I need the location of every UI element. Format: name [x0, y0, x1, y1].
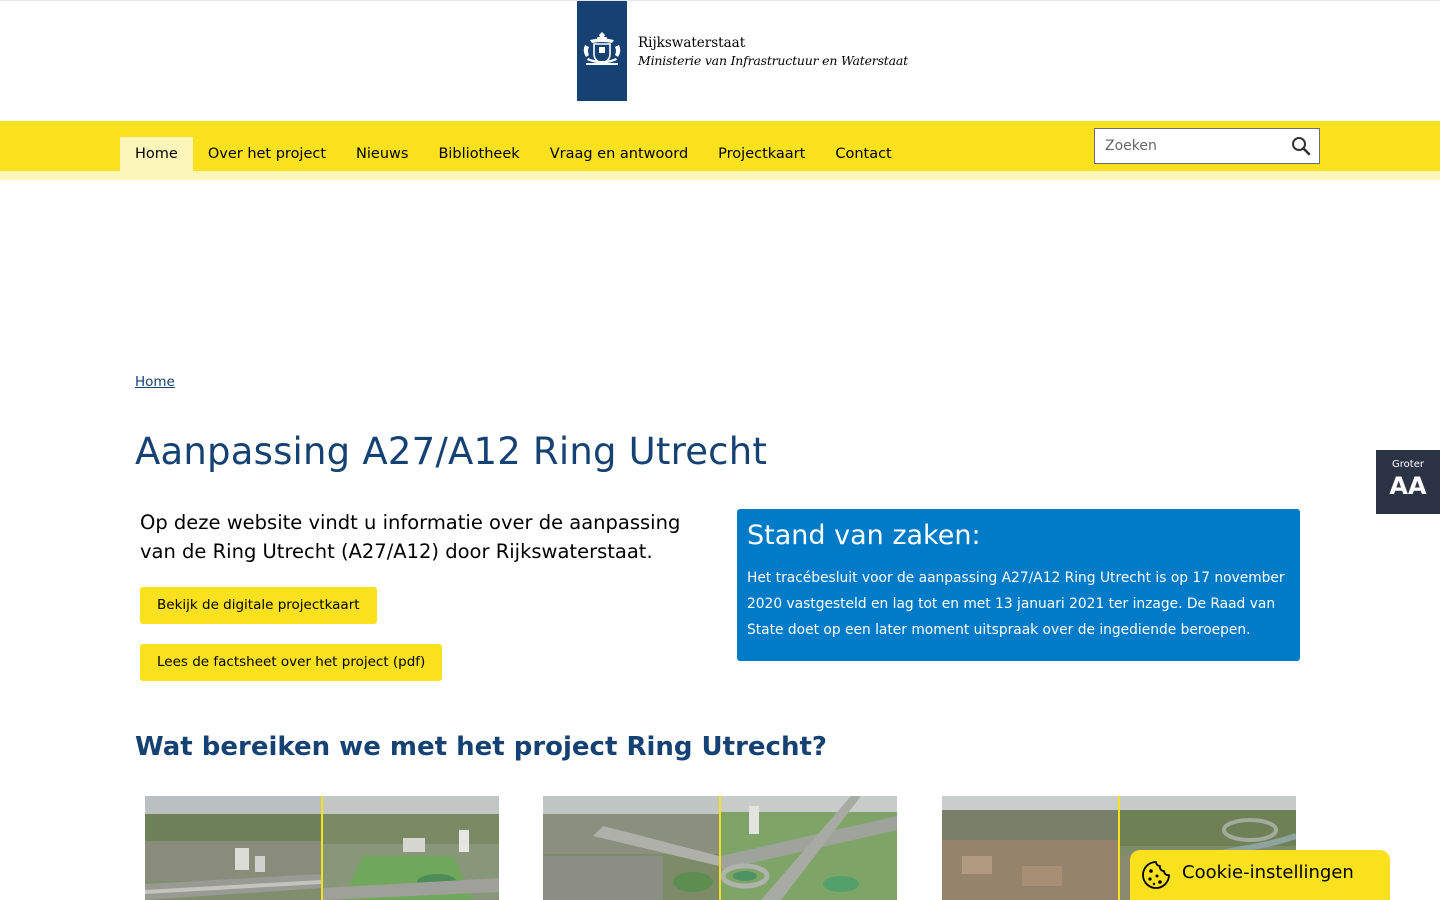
section-heading: Wat bereiken we met het project Ring Utr…: [135, 732, 827, 762]
logo-wordmark: Rijkswaterstaat Ministerie van Infrastru…: [638, 34, 908, 69]
org-name: Rijkswaterstaat: [638, 34, 746, 51]
main-navigation: Home Over het project Nieuws Bibliotheek…: [120, 137, 907, 171]
aerial-photo-after: [721, 796, 897, 900]
nav-item-vraag-en-antwoord[interactable]: Vraag en antwoord: [535, 137, 703, 171]
search-box: [1094, 128, 1320, 164]
intro-text: Op deze website vindt u informatie over …: [140, 511, 681, 563]
nav-item-home[interactable]: Home: [120, 137, 193, 171]
site-logo[interactable]: Rijkswaterstaat Ministerie van Infrastru…: [577, 1, 908, 101]
cookie-icon: [1142, 861, 1170, 889]
nav-item-projectkaart[interactable]: Projectkaart: [703, 137, 820, 171]
page-title: Aanpassing A27/A12 Ring Utrecht: [135, 430, 768, 473]
search-icon: [1292, 137, 1311, 156]
status-panel: Stand van zaken: Het tracébesluit voor d…: [737, 509, 1300, 661]
projectkaart-button[interactable]: Bekijk de digitale projectkaart: [140, 587, 377, 624]
ministry-name: Ministerie van Infrastructuur en Waterst…: [638, 52, 908, 68]
aerial-photo-before: [942, 796, 1118, 900]
cookie-settings-button[interactable]: Cookie-instellingen: [1130, 850, 1390, 900]
navigation-underline-strip: [0, 171, 1440, 180]
aerial-photo-before: [145, 796, 321, 900]
aerial-photo-before: [543, 796, 719, 900]
status-text: Het tracébesluit voor de aanpassing A27/…: [747, 570, 1285, 638]
aerial-photo-after: [323, 796, 499, 900]
project-image-card-2[interactable]: [543, 796, 897, 900]
image-divider: [1118, 796, 1120, 900]
coat-of-arms-emblem: [577, 1, 627, 101]
nav-item-over-het-project[interactable]: Over het project: [193, 137, 341, 171]
factsheet-button[interactable]: Lees de factsheet over het project (pdf): [140, 644, 443, 681]
nav-item-bibliotheek[interactable]: Bibliotheek: [423, 137, 534, 171]
nav-item-contact[interactable]: Contact: [820, 137, 906, 171]
search-button[interactable]: [1283, 129, 1319, 163]
breadcrumb-home-link[interactable]: Home: [135, 374, 175, 390]
text-size-label: Groter: [1392, 459, 1424, 470]
nav-item-nieuws[interactable]: Nieuws: [341, 137, 423, 171]
coat-of-arms-icon: [583, 32, 621, 65]
text-size-icon: AA: [1389, 472, 1427, 500]
text-size-toggle[interactable]: Groter AA: [1376, 450, 1440, 514]
project-image-card-1[interactable]: [145, 796, 499, 900]
cookie-settings-label: Cookie-instellingen: [1182, 862, 1354, 883]
image-divider: [719, 796, 721, 900]
search-input[interactable]: [1095, 130, 1283, 162]
image-divider: [321, 796, 323, 900]
status-title: Stand van zaken:: [747, 520, 981, 551]
